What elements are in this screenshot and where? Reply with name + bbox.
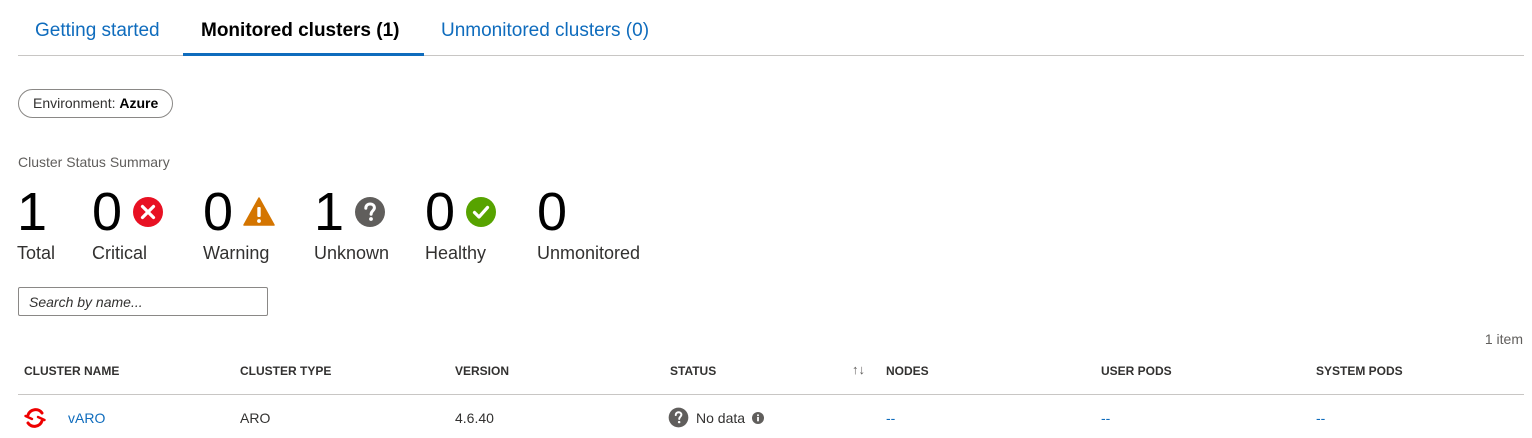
column-header-version[interactable]: VERSION — [455, 364, 509, 378]
search-input[interactable] — [18, 287, 268, 316]
column-header-user-pods[interactable]: USER PODS — [1101, 364, 1172, 378]
tab-bar: Getting started Monitored clusters (1) U… — [18, 0, 1524, 56]
cluster-status-summary-title: Cluster Status Summary — [18, 154, 170, 170]
status-cell: No data — [696, 410, 746, 426]
sort-icon[interactable]: ↑↓ — [852, 362, 865, 377]
stat-healthy-label: Healthy — [425, 243, 487, 263]
healthy-icon — [466, 197, 497, 227]
stat-total[interactable]: 1 Total — [17, 183, 55, 264]
tab-getting-started[interactable]: Getting started — [35, 20, 160, 42]
critical-icon — [133, 197, 164, 227]
column-header-status[interactable]: STATUS — [670, 364, 716, 378]
info-icon[interactable] — [752, 412, 764, 424]
stat-warning-label: Warning — [203, 243, 270, 263]
nodes-cell: -- — [886, 410, 896, 426]
environment-filter-pill[interactable]: Environment: Azure — [18, 89, 174, 118]
table-header-divider — [18, 394, 1524, 395]
tab-monitored-clusters[interactable]: Monitored clusters (1) — [201, 20, 399, 42]
column-header-cluster-name[interactable]: CLUSTER NAME — [24, 364, 119, 378]
stat-unknown[interactable]: 1 Unknown — [314, 183, 389, 264]
unknown-icon — [355, 197, 386, 227]
stat-unmonitored-value: 0 — [537, 182, 568, 242]
tab-unmonitored-clusters[interactable]: Unmonitored clusters (0) — [441, 20, 649, 42]
stat-unknown-label: Unknown — [314, 243, 390, 263]
stat-warning[interactable]: 0 Warning — [203, 183, 275, 264]
openshift-icon — [24, 408, 46, 428]
item-count: 1 item — [1484, 331, 1523, 347]
column-header-nodes[interactable]: NODES — [886, 364, 929, 378]
user-pods-cell: -- — [1101, 410, 1111, 426]
stat-total-label: Total — [17, 243, 56, 263]
stat-healthy[interactable]: 0 Healthy — [425, 183, 497, 264]
stat-critical-label: Critical — [92, 243, 148, 263]
stat-critical-value: 0 — [92, 182, 123, 242]
stat-healthy-value: 0 — [425, 182, 456, 242]
stat-unmonitored[interactable]: 0 Unmonitored — [537, 183, 640, 264]
stat-warning-value: 0 — [203, 182, 234, 242]
cluster-name-link[interactable]: vARO — [68, 410, 105, 426]
column-header-system-pods[interactable]: SYSTEM PODS — [1316, 364, 1403, 378]
stat-total-value: 1 — [17, 182, 48, 242]
version-cell: 4.6.40 — [455, 410, 494, 426]
stat-unknown-value: 1 — [314, 182, 345, 242]
system-pods-cell: -- — [1316, 410, 1326, 426]
column-header-cluster-type[interactable]: CLUSTER TYPE — [240, 364, 331, 378]
stat-unmonitored-label: Unmonitored — [537, 243, 641, 263]
environment-filter-prefix: Environment: — [33, 95, 120, 111]
unknown-status-icon — [668, 407, 689, 428]
environment-filter-value: Azure — [119, 95, 159, 111]
cluster-type-cell: ARO — [240, 410, 271, 426]
stat-critical[interactable]: 0 Critical — [92, 183, 164, 264]
active-tab-indicator — [183, 53, 424, 56]
warning-icon — [243, 197, 275, 226]
